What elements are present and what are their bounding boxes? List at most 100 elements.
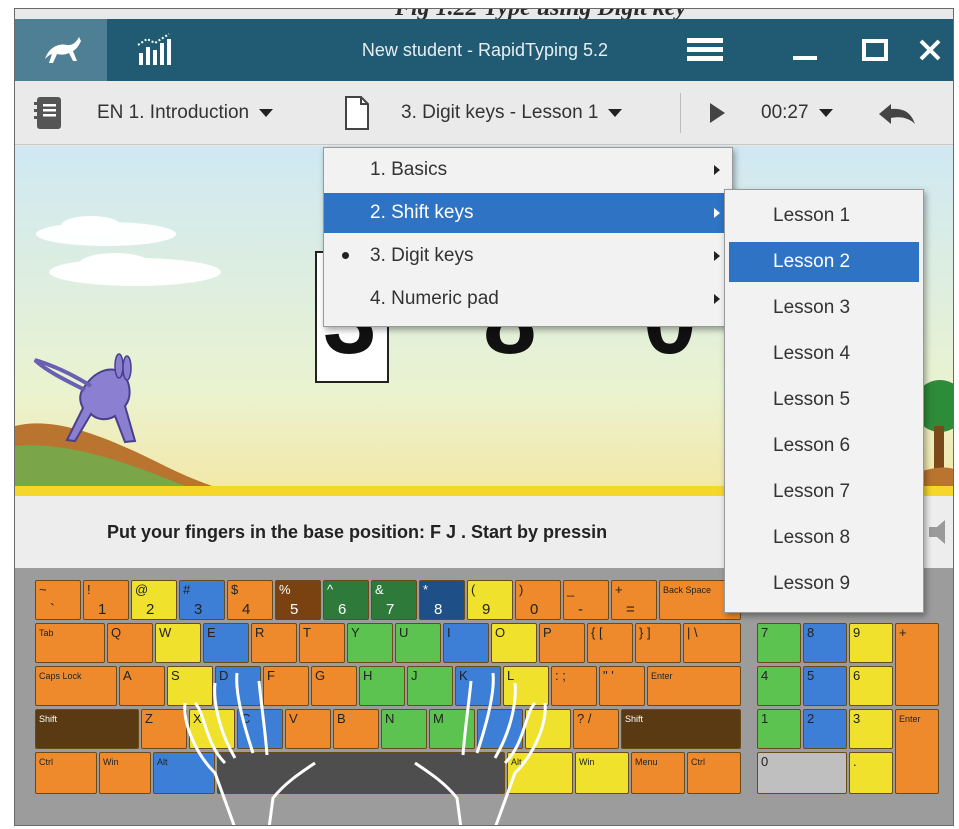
submenu-item-lesson-7[interactable]: Lesson 7 bbox=[729, 472, 919, 512]
menu-item-label: 3. Digit keys bbox=[370, 245, 474, 266]
key-u[interactable]: U bbox=[395, 623, 441, 663]
course-book-icon-wrap[interactable] bbox=[33, 81, 63, 145]
key-menu[interactable]: Menu bbox=[631, 752, 685, 794]
numpad-9[interactable]: 9 bbox=[849, 623, 893, 663]
menu-item-label: 2. Shift keys bbox=[370, 202, 474, 223]
key-backslash[interactable]: | \ bbox=[683, 623, 741, 663]
timer-selector[interactable]: 00:27 bbox=[761, 81, 833, 145]
key-lower-label: 1 bbox=[98, 601, 107, 618]
numpad-6[interactable]: 6 bbox=[849, 666, 893, 706]
numpad-plus[interactable]: + bbox=[895, 623, 939, 706]
key-7[interactable]: & 7 bbox=[371, 580, 417, 620]
undo-button[interactable] bbox=[877, 81, 917, 145]
toolbar-divider bbox=[680, 93, 681, 133]
menu-item-2[interactable]: 2. Shift keys bbox=[324, 193, 732, 233]
key-upper-label: & bbox=[375, 582, 384, 597]
key-1[interactable]: ! 1 bbox=[83, 580, 129, 620]
key-lower-label: 9 bbox=[482, 601, 491, 618]
key-9[interactable]: (9 bbox=[467, 580, 513, 620]
key-3[interactable]: #3 bbox=[179, 580, 225, 620]
numpad-1[interactable]: 1 bbox=[757, 709, 801, 749]
key-2[interactable]: @2 bbox=[131, 580, 177, 620]
submenu-item-lesson-6[interactable]: Lesson 6 bbox=[729, 426, 919, 466]
key-left-bracket[interactable]: { [ bbox=[587, 623, 633, 663]
key-equals[interactable]: + = bbox=[611, 580, 657, 620]
submenu-item-label: Lesson 3 bbox=[773, 297, 851, 318]
numpad-2[interactable]: 2 bbox=[803, 709, 847, 749]
key-q[interactable]: Q bbox=[107, 623, 153, 663]
submenu-item-label: Lesson 9 bbox=[773, 573, 851, 594]
statistics-button[interactable] bbox=[107, 19, 203, 81]
course-selector[interactable]: EN 1. Introduction bbox=[97, 81, 274, 145]
key-tab[interactable]: Tab bbox=[35, 623, 105, 663]
home-button[interactable] bbox=[15, 19, 107, 81]
numpad-7[interactable]: 7 bbox=[757, 623, 801, 663]
lesson-selector[interactable]: 3. Digit keys - Lesson 1 bbox=[401, 81, 623, 145]
statistics-chart-icon bbox=[137, 33, 171, 65]
key-4[interactable]: $4 bbox=[227, 580, 273, 620]
numpad-5[interactable]: 5 bbox=[803, 666, 847, 706]
menu-item-4[interactable]: 4. Numeric pad bbox=[324, 279, 732, 319]
timer-value: 00:27 bbox=[761, 102, 809, 123]
key-o[interactable]: O bbox=[491, 623, 537, 663]
close-button[interactable] bbox=[905, 19, 953, 81]
key-i[interactable]: I bbox=[443, 623, 489, 663]
minimize-button[interactable] bbox=[775, 19, 835, 81]
key-t[interactable]: T bbox=[299, 623, 345, 663]
key-w[interactable]: W bbox=[155, 623, 201, 663]
submenu-item-lesson-5[interactable]: Lesson 5 bbox=[729, 380, 919, 420]
lesson-file-icon-wrap[interactable] bbox=[343, 81, 371, 145]
key-lower-label: 3 bbox=[194, 601, 203, 618]
submenu-item-lesson-1[interactable]: Lesson 1 bbox=[729, 196, 919, 236]
menu-item-3[interactable]: 3. Digit keys bbox=[324, 236, 732, 276]
key-5[interactable]: % 5 bbox=[275, 580, 321, 620]
key-right-bracket[interactable]: } ] bbox=[635, 623, 681, 663]
key-caps-lock[interactable]: Caps Lock bbox=[35, 666, 117, 706]
numpad-8[interactable]: 8 bbox=[803, 623, 847, 663]
key-upper-label: @ bbox=[135, 582, 149, 597]
maximize-button[interactable] bbox=[845, 19, 905, 81]
key-lower-label: - bbox=[578, 601, 583, 618]
menu-item-label: 1. Basics bbox=[370, 159, 448, 180]
key-p[interactable]: P bbox=[539, 623, 585, 663]
minimize-icon bbox=[793, 56, 817, 60]
key-enter[interactable]: Enter bbox=[647, 666, 741, 706]
key-left-win[interactable]: Win bbox=[99, 752, 151, 794]
key-upper-label: ) bbox=[519, 582, 524, 597]
key-right-shift[interactable]: Shift bbox=[621, 709, 741, 749]
key-upper-label: ( bbox=[471, 582, 476, 597]
numpad-decimal[interactable]: . bbox=[849, 752, 893, 794]
menu-item-1[interactable]: 1. Basics bbox=[324, 150, 732, 190]
submenu-item-lesson-3[interactable]: Lesson 3 bbox=[729, 288, 919, 328]
numpad-3[interactable]: 3 bbox=[849, 709, 893, 749]
key-e[interactable]: E bbox=[203, 623, 249, 663]
key-minus[interactable]: _ - bbox=[563, 580, 609, 620]
key-slash[interactable]: ? / bbox=[573, 709, 619, 749]
submenu-item-lesson-2[interactable]: Lesson 2 bbox=[729, 242, 919, 282]
key-a[interactable]: A bbox=[119, 666, 165, 706]
submenu-item-lesson-9[interactable]: Lesson 9 bbox=[729, 564, 919, 604]
main-menu-button[interactable] bbox=[675, 19, 735, 81]
numpad-0[interactable]: 0 bbox=[757, 752, 847, 794]
play-button[interactable] bbox=[707, 81, 727, 145]
key-8[interactable]: * 8 bbox=[419, 580, 465, 620]
numpad-enter[interactable]: Enter bbox=[895, 709, 939, 794]
key-right-win[interactable]: Win bbox=[575, 752, 629, 794]
key-upper-label: $ bbox=[231, 582, 239, 597]
submenu-item-lesson-4[interactable]: Lesson 4 bbox=[729, 334, 919, 374]
key-y[interactable]: Y bbox=[347, 623, 393, 663]
key-right-ctrl[interactable]: Ctrl bbox=[687, 752, 741, 794]
key-r[interactable]: R bbox=[251, 623, 297, 663]
key-left-shift[interactable]: Shift bbox=[35, 709, 139, 749]
key-left-ctrl[interactable]: Ctrl bbox=[35, 752, 97, 794]
key-0[interactable]: ) 0 bbox=[515, 580, 561, 620]
key-quote[interactable]: " ' bbox=[599, 666, 645, 706]
key-upper-label: % bbox=[279, 582, 291, 597]
key-backtick[interactable]: ~ ` bbox=[35, 580, 81, 620]
key-6[interactable]: ^ 6 bbox=[323, 580, 369, 620]
key-lower-label: 8 bbox=[434, 601, 443, 618]
submenu-item-lesson-8[interactable]: Lesson 8 bbox=[729, 518, 919, 558]
key-upper-label: + bbox=[615, 582, 623, 597]
chevron-down-icon bbox=[259, 109, 274, 117]
numpad-4[interactable]: 4 bbox=[757, 666, 801, 706]
